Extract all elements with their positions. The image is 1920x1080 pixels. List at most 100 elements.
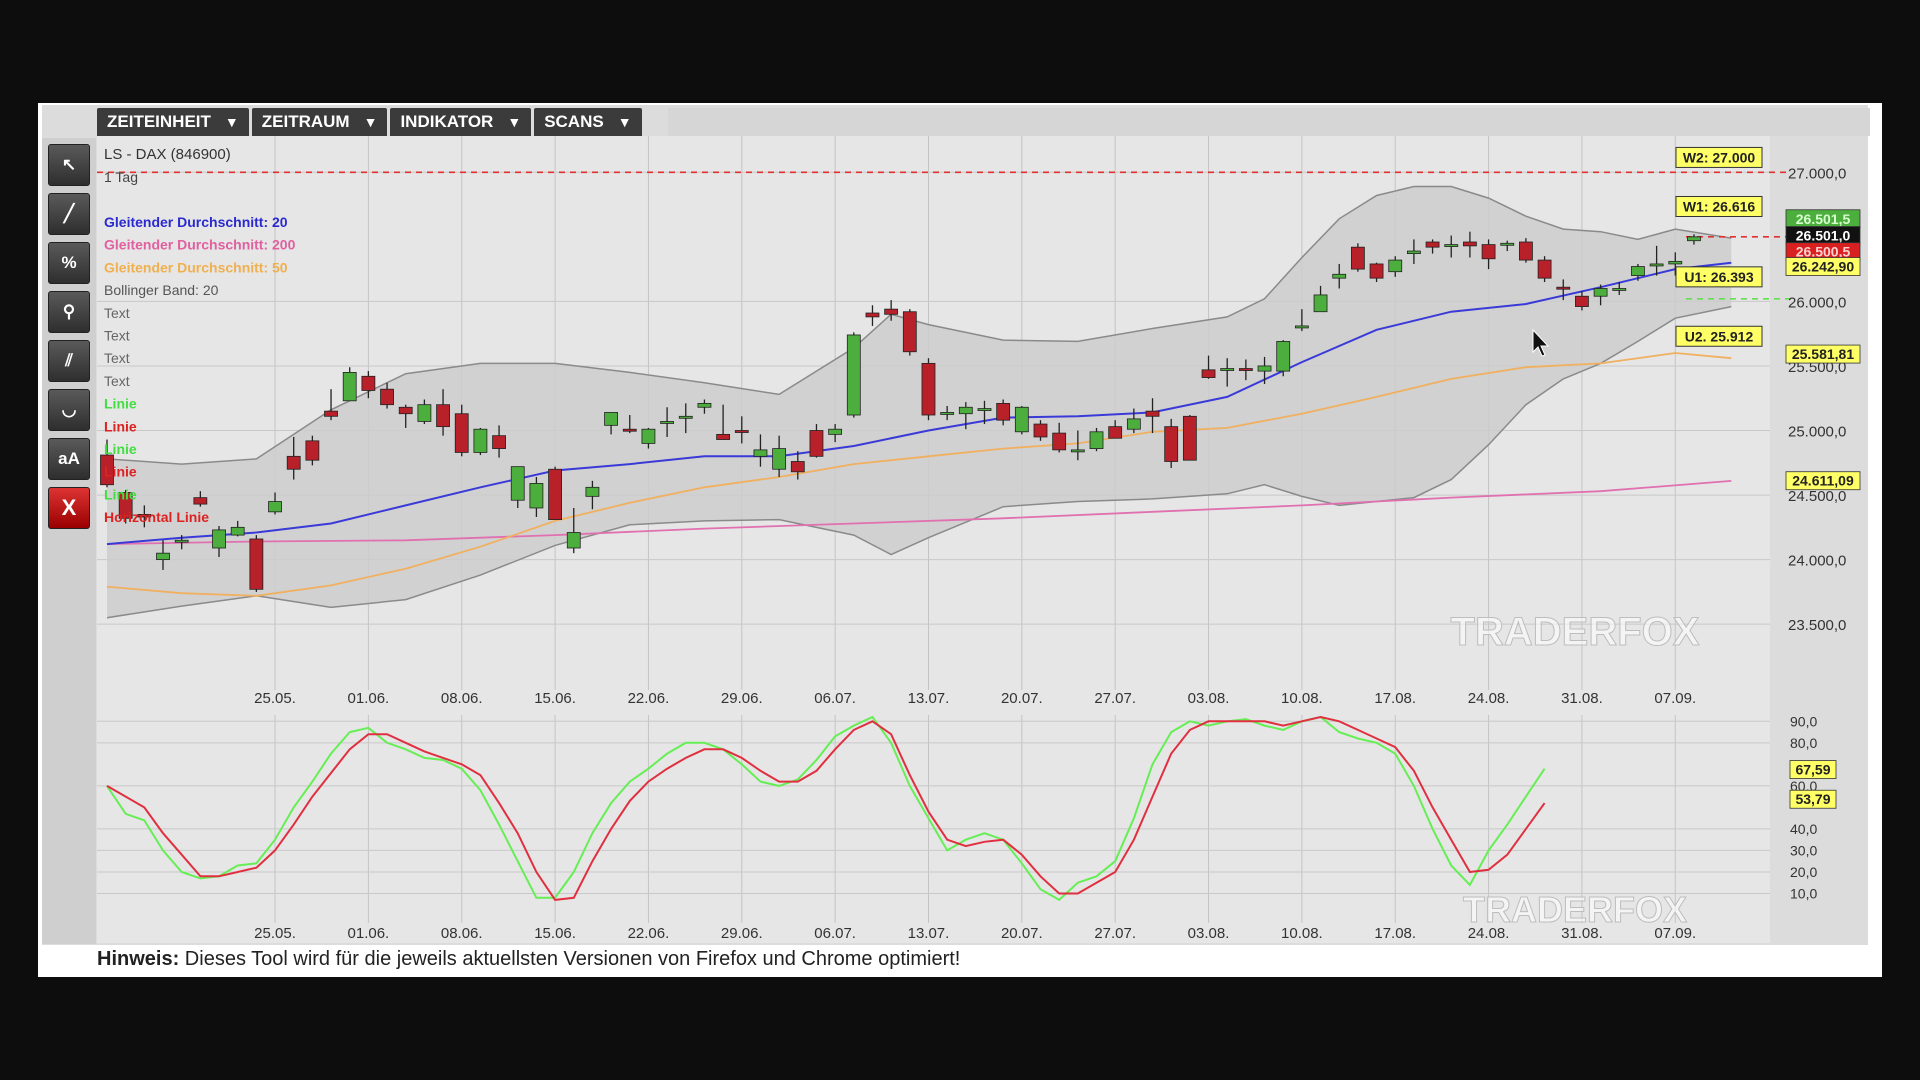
candle-body: [809, 430, 824, 457]
osc-x-tick-label: 13.07.: [908, 925, 950, 942]
candle-body: [1164, 426, 1179, 462]
candle-body: [641, 428, 656, 444]
legend-item[interactable]: Text: [104, 305, 130, 321]
legend-item[interactable]: Linie: [104, 396, 137, 412]
candle-body: [660, 421, 674, 424]
x-tick-label: 08.06.: [441, 690, 483, 707]
candle-body: [902, 311, 917, 353]
legend-item[interactable]: Text: [104, 328, 130, 344]
legend-item[interactable]: Gleitender Durchschnitt: 200: [104, 237, 296, 253]
x-tick-label: 03.08.: [1188, 690, 1230, 707]
notice-label: Hinweis:: [97, 948, 180, 970]
candle-body: [977, 408, 992, 411]
candle-body: [1294, 325, 1309, 329]
candle-body: [1649, 263, 1664, 267]
candle-body: [1238, 368, 1253, 371]
candle-body: [342, 372, 357, 402]
interval-label: 1 Tag: [104, 169, 138, 185]
candle-body: [193, 497, 208, 505]
candle-body: [380, 388, 394, 406]
price-badge-text: 26.501,0: [1796, 228, 1851, 244]
candle-body: [790, 461, 805, 473]
candle-body: [1033, 423, 1048, 438]
candle-body: [585, 486, 600, 497]
osc-x-tick-label: 03.08.: [1188, 925, 1230, 942]
osc-y-tick-label: 80,0: [1790, 735, 1817, 751]
candle-body: [1425, 241, 1440, 248]
candle-body: [996, 402, 1011, 421]
candle-body: [1612, 288, 1627, 291]
candle-body: [174, 539, 189, 543]
candle-body: [697, 402, 712, 408]
price-badge-text: 26.242,90: [1792, 259, 1854, 275]
legend-item[interactable]: Horizontal Linie: [104, 509, 209, 525]
x-tick-label: 13.07.: [908, 690, 950, 707]
legend-item[interactable]: Linie: [104, 486, 137, 502]
candle-body: [1593, 288, 1608, 297]
candle-body: [286, 455, 301, 470]
osc-x-tick-label: 31.08.: [1561, 925, 1603, 942]
candle-body: [846, 334, 861, 416]
x-tick-label: 27.07.: [1094, 690, 1136, 707]
watermark-main: TRADERFOX: [1451, 610, 1700, 654]
level-label-text: W2: 27.000: [1683, 149, 1756, 165]
price-badge-text: 24.611,09: [1792, 473, 1854, 489]
candle-body: [268, 501, 282, 513]
candle-body: [1350, 246, 1365, 270]
legend-item[interactable]: Text: [104, 373, 130, 389]
candle-body: [1631, 266, 1645, 276]
candle-body: [510, 466, 525, 501]
candle-body: [958, 406, 973, 415]
candle-body: [1556, 286, 1571, 290]
candle-body: [230, 526, 245, 536]
x-tick-label: 31.08.: [1561, 690, 1603, 707]
osc-y-tick-label: 40,0: [1790, 821, 1817, 837]
legend-item[interactable]: Bollinger Band: 20: [104, 282, 219, 298]
candle-body: [678, 415, 693, 419]
candle-body: [1687, 236, 1701, 242]
candle-body: [436, 404, 450, 428]
candle-body: [1537, 259, 1552, 279]
candle-body: [865, 312, 880, 318]
candle-body: [1407, 250, 1421, 255]
y-tick-label: 23.500,0: [1788, 617, 1846, 634]
watermark-oscillator: TRADERFOX: [1463, 889, 1687, 930]
candle-body: [473, 428, 488, 453]
candle-body: [1257, 365, 1272, 372]
candle-body: [1089, 431, 1104, 449]
candle-body: [566, 532, 581, 549]
browser-notice: Hinweis: Dieses Tool wird für die jeweil…: [97, 948, 960, 971]
legend-item[interactable]: Gleitender Durchschnitt: 20: [104, 214, 288, 230]
candle-body: [753, 449, 768, 457]
osc-x-tick-label: 15.06.: [534, 925, 576, 942]
candle-body: [324, 410, 338, 417]
osc-x-tick-label: 25.05.: [254, 925, 296, 942]
price-badge-text: 25.581,81: [1792, 346, 1854, 362]
legend-item[interactable]: Gleitender Durchschnitt: 50: [104, 259, 288, 275]
candle-body: [1108, 426, 1123, 439]
osc-x-tick-label: 27.07.: [1094, 925, 1136, 942]
osc-y-tick-label: 10,0: [1790, 885, 1817, 901]
candle-body: [361, 375, 376, 391]
candle-body: [212, 529, 226, 549]
candle-body: [1220, 368, 1235, 371]
legend-item[interactable]: Linie: [104, 464, 137, 480]
candle-body: [1276, 341, 1291, 372]
legend-item[interactable]: Linie: [104, 418, 137, 434]
legend-item[interactable]: Linie: [104, 441, 137, 457]
candle-body: [1463, 241, 1477, 247]
candle-body: [716, 433, 731, 440]
candle-body: [156, 552, 170, 561]
candle-body: [1070, 449, 1085, 453]
candle-body: [529, 483, 544, 509]
legend-item[interactable]: Text: [104, 350, 130, 366]
osc-x-tick-label: 20.07.: [1001, 925, 1043, 942]
x-tick-label: 24.08.: [1468, 690, 1510, 707]
candle-body: [828, 428, 843, 435]
chart-canvas[interactable]: TRADERFOXTRADERFOX27.000,026.000,025.500…: [0, 0, 1920, 1080]
instrument-title: LS - DAX (846900): [104, 146, 231, 163]
candle-body: [249, 538, 264, 590]
osc-y-tick-label: 20,0: [1790, 864, 1817, 880]
osc-y-tick-label: 90,0: [1790, 713, 1817, 729]
osc-x-tick-label: 24.08.: [1468, 925, 1510, 942]
